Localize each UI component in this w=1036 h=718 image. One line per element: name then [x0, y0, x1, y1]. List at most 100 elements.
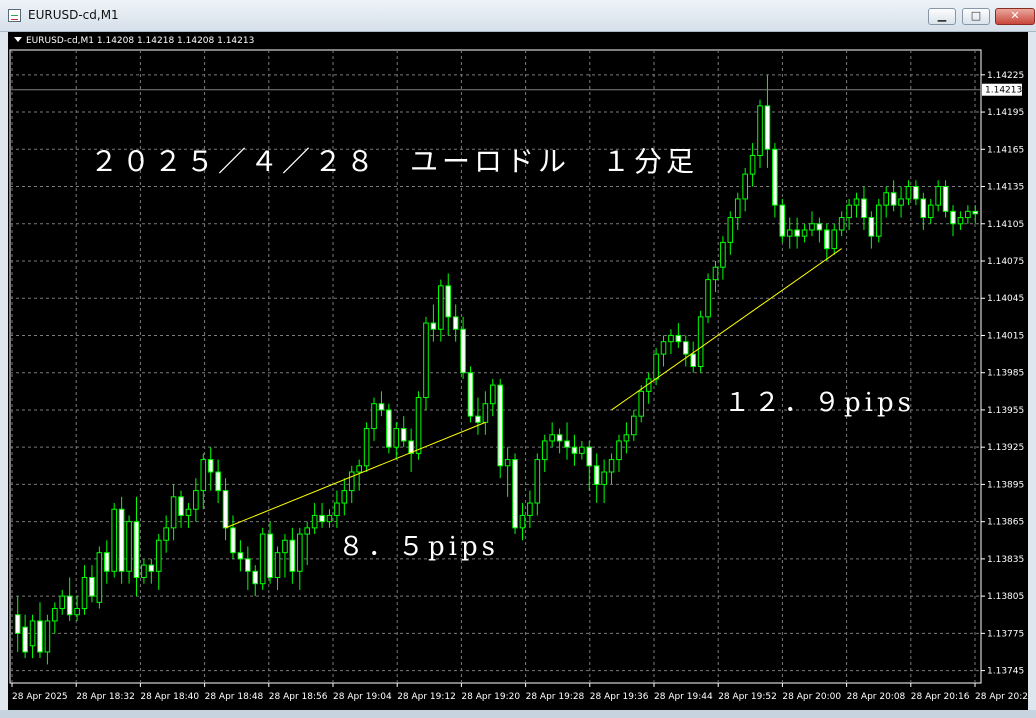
candle-body-bull [326, 514, 333, 523]
annotation-left-move: ８．５pips [338, 532, 499, 562]
candle [794, 217, 800, 249]
candle-body-bear [252, 570, 259, 585]
candle [549, 422, 555, 448]
candle-body-bear [920, 198, 927, 219]
candle-body-bull [527, 502, 533, 516]
candle [608, 453, 615, 485]
candle-body-bull [697, 316, 704, 367]
chart-annotation-title: ２０２５／４／２８ ユーロドル １分足 [90, 145, 699, 178]
y-tick-label: 1.14135 [987, 183, 1024, 193]
candle-body-bear [430, 322, 437, 330]
candle-body-bull [111, 508, 118, 572]
candle [118, 496, 125, 584]
candle-body-bull [838, 217, 845, 231]
candle [772, 143, 778, 218]
candle-body-bear [378, 403, 385, 411]
candle-body-bear [675, 334, 682, 343]
candle-body-bear [571, 446, 578, 454]
candle-body-bull [200, 459, 207, 492]
chart-info-line: EURUSD-cd,M1 1.14208 1.14218 1.14208 1.1… [14, 36, 254, 46]
x-tick-label: 28 Apr 18:56 [269, 692, 328, 702]
y-tick-label: 1.14105 [987, 220, 1024, 230]
candle [245, 546, 251, 590]
candle-body-bear [564, 440, 570, 448]
candle-body-bull [957, 217, 964, 225]
candle [801, 223, 808, 243]
candle [22, 614, 28, 659]
candle-body-bear [245, 558, 251, 572]
candle-body-bull [44, 620, 51, 653]
candle-body-bull [935, 186, 941, 206]
collapse-triangle-icon[interactable] [14, 37, 22, 42]
candle-body-bear [37, 620, 43, 653]
y-tick-label: 1.14015 [987, 331, 1024, 341]
y-tick-label: 1.13865 [987, 518, 1024, 528]
candle [341, 478, 348, 516]
candle-body-bull [927, 204, 934, 219]
candlestick-chart[interactable]: 1.14225 1.14195 1.14165 1.14135 1.14105 1.140… [8, 32, 1028, 710]
candle-body-bull [668, 334, 674, 343]
candle [816, 217, 823, 243]
candle [764, 74, 771, 168]
candle [727, 211, 734, 255]
candle [660, 335, 667, 367]
candle-body-bear [512, 459, 518, 529]
candle-body-bull [898, 198, 904, 206]
candle-body-bear [467, 372, 474, 417]
y-tick-label: 1.13925 [987, 443, 1024, 453]
minimize-button[interactable]: ▁ [928, 8, 956, 25]
candle-body-bull [96, 552, 103, 603]
close-button[interactable]: ✕ [995, 8, 1035, 25]
candle-body-bear [942, 186, 949, 212]
candle-body-bull [52, 608, 58, 622]
candle-body-bear [289, 539, 296, 572]
candle [697, 310, 704, 373]
candle [178, 490, 184, 528]
candle-body-bear [556, 434, 563, 442]
candle-body-bull [348, 471, 355, 492]
candle [111, 503, 118, 578]
candle [141, 558, 147, 584]
y-tick-label: 1.13985 [987, 369, 1024, 379]
candle-body-bull [193, 490, 199, 510]
candle-body-bear [103, 552, 110, 572]
candle-body-bear [816, 223, 823, 231]
candle-body-bear [868, 217, 875, 237]
candle-body-bear [593, 465, 600, 485]
y-tick-label: 1.13805 [987, 592, 1024, 602]
candle-body-bear [230, 527, 236, 554]
candle-body-bear [779, 204, 786, 237]
candle-body-bull [482, 403, 489, 423]
candle [215, 459, 221, 504]
candle [564, 422, 570, 460]
x-tick-label: 28 Apr 19:28 [526, 692, 585, 702]
candle-body-bear [890, 192, 897, 206]
current-price-label: 1.14213 [985, 86, 1022, 96]
chart-window-icon [8, 9, 21, 22]
maximize-button[interactable]: □ [962, 8, 990, 25]
candle-body-bull [549, 434, 555, 442]
candle [400, 416, 407, 448]
chart-area[interactable]: 1.14225 1.14195 1.14165 1.14135 1.14105 1.140… [8, 32, 1028, 710]
candle [586, 440, 593, 491]
window-titlebar[interactable]: EURUSD-cd,M1 ▁ □ ✕ [0, 0, 1036, 32]
candle [875, 198, 882, 243]
candle-body-bull [334, 502, 340, 516]
candle [742, 167, 748, 212]
x-tick-label: 28 Apr 19:04 [333, 692, 392, 702]
candle [52, 602, 58, 634]
candle [222, 478, 229, 541]
candle-body-bull [274, 552, 281, 578]
candle [326, 509, 333, 528]
candle [853, 192, 860, 218]
candle [838, 211, 845, 237]
candle [519, 503, 526, 541]
candle-body-bear [14, 614, 21, 634]
x-tick-label: 28 Apr 20:08 [847, 692, 906, 702]
candle-body-bull [356, 465, 362, 473]
candle-body-bull [846, 204, 852, 219]
candle [786, 217, 793, 249]
candle-body-bull [727, 217, 734, 243]
candle-body-bear [400, 428, 407, 442]
candle-body-bear [222, 490, 229, 529]
